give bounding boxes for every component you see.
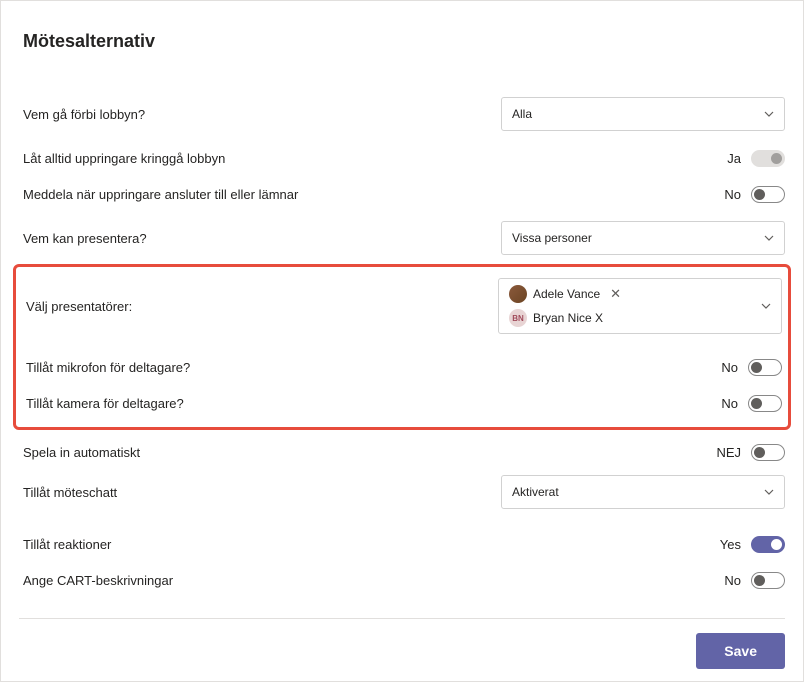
option-lobby-bypass: Vem gå förbi lobbyn? Alla xyxy=(19,92,785,136)
auto-record-label: Spela in automatiskt xyxy=(23,445,140,460)
avatar: BN xyxy=(509,309,527,327)
presenter-name: Adele Vance xyxy=(533,287,600,301)
lobby-bypass-value: Alla xyxy=(512,107,532,121)
allow-camera-toggle[interactable] xyxy=(748,395,782,412)
footer: Save xyxy=(19,633,785,669)
auto-record-toggle[interactable] xyxy=(751,444,785,461)
announce-callers-value-label: No xyxy=(724,187,741,202)
meeting-options-panel: Mötesalternativ Vem gå förbi lobbyn? All… xyxy=(0,0,804,682)
presenter-item: Adele Vance ✕ xyxy=(509,285,621,303)
allow-mic-toggle[interactable] xyxy=(748,359,782,376)
option-announce-callers: Meddela när uppringare ansluter till ell… xyxy=(19,176,785,212)
lobby-bypass-label: Vem gå förbi lobbyn? xyxy=(23,107,145,122)
highlight-box: Välj presentatörer: Adele Vance ✕ BN Bry… xyxy=(13,264,791,430)
divider xyxy=(19,618,785,619)
option-callers-bypass: Låt alltid uppringare kringgå lobbyn Ja xyxy=(19,140,785,176)
meeting-chat-label: Tillåt möteschatt xyxy=(23,485,117,500)
callers-bypass-label: Låt alltid uppringare kringgå lobbyn xyxy=(23,151,225,166)
chevron-down-icon xyxy=(761,301,771,311)
callers-bypass-value-label: Ja xyxy=(727,151,741,166)
who-present-value: Vissa personer xyxy=(512,231,592,245)
reactions-label: Tillåt reaktioner xyxy=(23,537,111,552)
remove-presenter-icon[interactable]: ✕ xyxy=(610,286,621,302)
allow-camera-label: Tillåt kamera för deltagare? xyxy=(26,396,184,411)
cart-captions-value-label: No xyxy=(724,573,741,588)
announce-callers-label: Meddela när uppringare ansluter till ell… xyxy=(23,187,298,202)
chevron-down-icon xyxy=(764,233,774,243)
choose-presenters-select[interactable]: Adele Vance ✕ BN Bryan Nice X xyxy=(498,278,782,334)
option-allow-camera: Tillåt kamera för deltagare? No xyxy=(16,385,782,421)
avatar xyxy=(509,285,527,303)
allow-mic-value-label: No xyxy=(721,360,738,375)
cart-captions-toggle[interactable] xyxy=(751,572,785,589)
chevron-down-icon xyxy=(764,487,774,497)
option-reactions: Tillåt reaktioner Yes xyxy=(19,526,785,562)
presenter-list: Adele Vance ✕ BN Bryan Nice X xyxy=(509,285,621,327)
reactions-value-label: Yes xyxy=(720,537,741,552)
reactions-toggle[interactable] xyxy=(751,536,785,553)
allow-mic-label: Tillåt mikrofon för deltagare? xyxy=(26,360,190,375)
cart-captions-label: Ange CART-beskrivningar xyxy=(23,573,173,588)
auto-record-value-label: NEJ xyxy=(716,445,741,460)
allow-camera-value-label: No xyxy=(721,396,738,411)
lobby-bypass-select[interactable]: Alla xyxy=(501,97,785,131)
meeting-chat-select[interactable]: Aktiverat xyxy=(501,475,785,509)
option-meeting-chat: Tillåt möteschatt Aktiverat xyxy=(19,470,785,514)
presenter-item: BN Bryan Nice X xyxy=(509,309,621,327)
option-choose-presenters: Välj presentatörer: Adele Vance ✕ BN Bry… xyxy=(16,273,782,339)
who-present-label: Vem kan presentera? xyxy=(23,231,147,246)
who-present-select[interactable]: Vissa personer xyxy=(501,221,785,255)
option-cart-captions: Ange CART-beskrivningar No xyxy=(19,562,785,598)
page-title: Mötesalternativ xyxy=(19,31,785,52)
option-auto-record: Spela in automatiskt NEJ xyxy=(19,434,785,470)
option-allow-mic: Tillåt mikrofon för deltagare? No xyxy=(16,349,782,385)
meeting-chat-value: Aktiverat xyxy=(512,485,559,499)
choose-presenters-label: Välj presentatörer: xyxy=(26,299,132,314)
callers-bypass-toggle xyxy=(751,150,785,167)
save-button[interactable]: Save xyxy=(696,633,785,669)
presenter-name: Bryan Nice X xyxy=(533,311,603,325)
option-who-present: Vem kan presentera? Vissa personer xyxy=(19,216,785,260)
chevron-down-icon xyxy=(764,109,774,119)
announce-callers-toggle[interactable] xyxy=(751,186,785,203)
